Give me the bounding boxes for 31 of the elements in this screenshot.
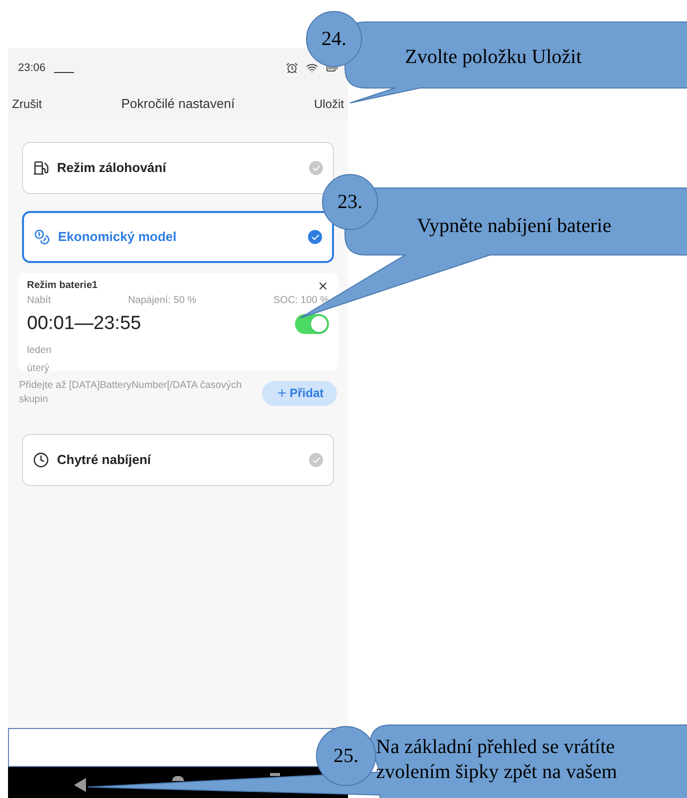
callout-text: Zvolte položku Uložit (405, 45, 582, 70)
close-icon[interactable] (317, 280, 329, 292)
check-icon (308, 230, 322, 244)
mode-card[interactable]: Ekonomický model (22, 211, 334, 263)
callout-text: Vypněte nabíjení baterie (417, 214, 612, 239)
month-text: leden (27, 344, 52, 358)
coins-icon (34, 229, 50, 245)
mode-text: Nabít (27, 294, 51, 308)
mode-card[interactable]: Chytré nabíjení (22, 434, 334, 486)
mode-label: Režim zálohování (57, 159, 168, 178)
save-button[interactable]: Uložit (314, 95, 344, 113)
day-text: úterý (27, 362, 50, 376)
check-icon (309, 453, 323, 467)
power-text: Napájení: 50 % (128, 294, 196, 308)
clock-icon (33, 452, 49, 468)
hint-text: Přidejte až [DATA]BatteryNumber[/DATA časových skupin (19, 379, 243, 407)
schedule-title: Režim baterie1 (27, 279, 98, 293)
callout-text: Na základní přehled se vrátíte zvolením šipky zpět na vašem (376, 735, 618, 785)
alarm-icon (286, 62, 298, 74)
plus-icon (276, 387, 288, 399)
callout-number: 24. (306, 11, 362, 67)
mode-label: Chytré nabíjení (57, 451, 152, 470)
cancel-button[interactable]: Zrušit (12, 95, 42, 113)
check-icon (309, 161, 323, 175)
status-time: 23:06 (18, 60, 46, 76)
toggle-switch[interactable] (295, 314, 329, 334)
mode-label: Ekonomický model (58, 228, 178, 246)
screen-title: Pokročilé nastavení (121, 95, 235, 114)
time-range: 00:01—23:55 (27, 312, 142, 336)
mode-card[interactable]: Režim zálohování (22, 142, 334, 194)
home-icon[interactable] (172, 776, 184, 781)
